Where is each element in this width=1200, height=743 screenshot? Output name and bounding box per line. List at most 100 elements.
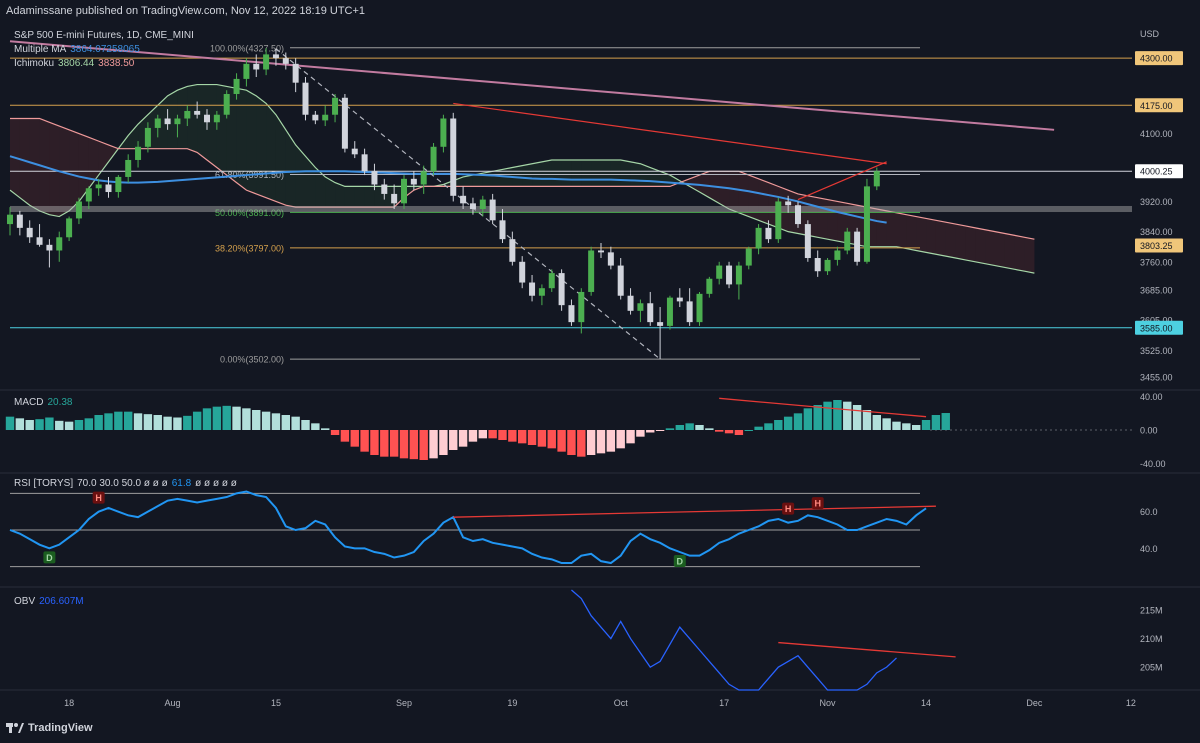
obv-value: 206.607M [39,596,84,607]
ichimoku-legend[interactable]: Ichimoku 3806.44 3838.50 [14,58,134,69]
candle-body [716,265,723,279]
ma-legend[interactable]: Multiple MA 3864.07258065 [14,44,140,55]
macd-histogram-bar [715,430,724,432]
macd-histogram-bar [744,430,753,431]
ichimoku-cloud-segment [610,159,621,187]
tradingview-logo-icon [6,723,24,733]
macd-histogram-bar [370,430,379,455]
macd-histogram-bar [74,420,84,430]
ichimoku-cloud-segment [817,197,828,240]
ichimoku-cloud-segment [916,216,927,253]
macd-histogram-bar [902,423,911,430]
rsi-marker-label: D [677,557,684,567]
price-tick-label: 3920.00 [1140,197,1173,207]
rsi-legend[interactable]: RSI [TORYS] 70.0 30.0 50.0 ø ø ø 61.8 ø ø ø… [14,478,237,489]
macd-histogram-bar [84,418,93,430]
candle-body [460,195,467,204]
macd-histogram-bar [45,417,54,430]
ichimoku-cloud-segment [266,103,276,202]
price-tick-label: 3525.00 [1140,346,1173,356]
macd-label: MACD [14,397,44,408]
macd-tick-label: 0.00 [1140,426,1158,436]
candle-body [204,114,210,123]
ichimoku-cloud-segment [207,84,217,168]
macd-histogram-bar [271,413,281,430]
macd-histogram-bar [636,430,645,437]
ichimoku-cloud-segment [876,209,887,247]
macd-histogram-bar [281,415,290,430]
macd-histogram-bar [616,430,625,449]
candle-body [637,303,644,311]
macd-histogram-bar [449,430,458,450]
macd-legend[interactable]: MACD 20.38 [14,397,72,408]
macd-histogram-bar [94,415,103,430]
candle-body [726,265,733,285]
candle-body [755,227,762,249]
candle-body [854,231,861,262]
tradingview-brand[interactable]: TradingView [6,722,93,734]
obv-tick-label: 205M [1140,663,1163,673]
macd-histogram-bar [399,430,409,459]
ichimoku-cloud-segment [354,186,365,208]
candle [558,269,565,311]
candle-body [529,282,536,296]
time-tick-label: Oct [614,698,629,708]
macd-histogram-bar [537,430,547,447]
price-axis-unit: USD [1140,29,1160,39]
ichimoku-value-1: 3806.44 [58,58,95,69]
obv-legend[interactable]: OBV 206.607M [14,596,84,607]
candle-body [401,178,407,204]
ichimoku-cloud-segment [256,95,267,198]
candle-body [213,114,220,123]
ichimoku-cloud-segment [591,159,601,187]
candle-body [312,114,319,121]
rsi-tick-label: 40.0 [1140,544,1158,554]
macd-histogram-bar [508,430,517,442]
ichimoku-cloud-segment [561,159,572,187]
price-tag-label: 3585.00 [1140,323,1173,333]
candle-body [548,273,555,289]
macd-histogram-bar [892,421,901,430]
ichimoku-cloud-segment [620,159,631,187]
macd-histogram-bar [557,430,566,452]
macd-histogram-bar [15,418,25,430]
macd-tick-label: -40.00 [1140,459,1166,469]
candle [223,90,230,119]
macd-histogram-bar [330,430,340,435]
macd-histogram-bar [813,405,822,430]
candle-body [253,63,260,70]
candle [588,246,595,296]
macd-histogram-bar [252,410,261,430]
macd-histogram-bar [409,430,419,460]
chart-canvas[interactable]: 100.00%(4327.50)61.80%(3991.50)50.00%(38… [0,0,1200,743]
candle-body [233,78,240,94]
candle-body [154,118,161,128]
price-tag-label: 4300.00 [1140,54,1173,64]
rsi-marker-label: H [785,504,792,514]
ichimoku-cloud-segment [906,214,917,251]
candle-body [75,201,82,219]
macd-histogram-bar [35,419,44,430]
ichimoku-cloud-segment [522,163,533,187]
candle [666,295,673,330]
candle-body [509,239,516,262]
candle-body [657,322,664,326]
macd-histogram-bar [301,420,310,430]
obv-tick-label: 215M [1140,606,1163,616]
macd-histogram-bar [104,413,113,430]
ichimoku-cloud-segment [364,186,375,208]
macd-histogram-bar [685,423,694,430]
macd-histogram-bar [311,423,320,430]
ichimoku-cloud-segment [197,84,207,160]
macd-histogram-bar [163,416,172,430]
candle-body [135,146,142,160]
rsi-params: 70.0 30.0 50.0 ø ø ø [77,478,168,489]
ichimoku-cloud-segment [571,159,582,187]
macd-histogram-bar [340,430,350,442]
candle [775,197,782,243]
ichimoku-cloud-segment [945,222,956,259]
ichimoku-cloud-segment [512,165,523,187]
macd-histogram-bar [705,428,714,430]
macd-value: 20.38 [47,397,73,408]
time-tick-label: Sep [396,698,412,708]
